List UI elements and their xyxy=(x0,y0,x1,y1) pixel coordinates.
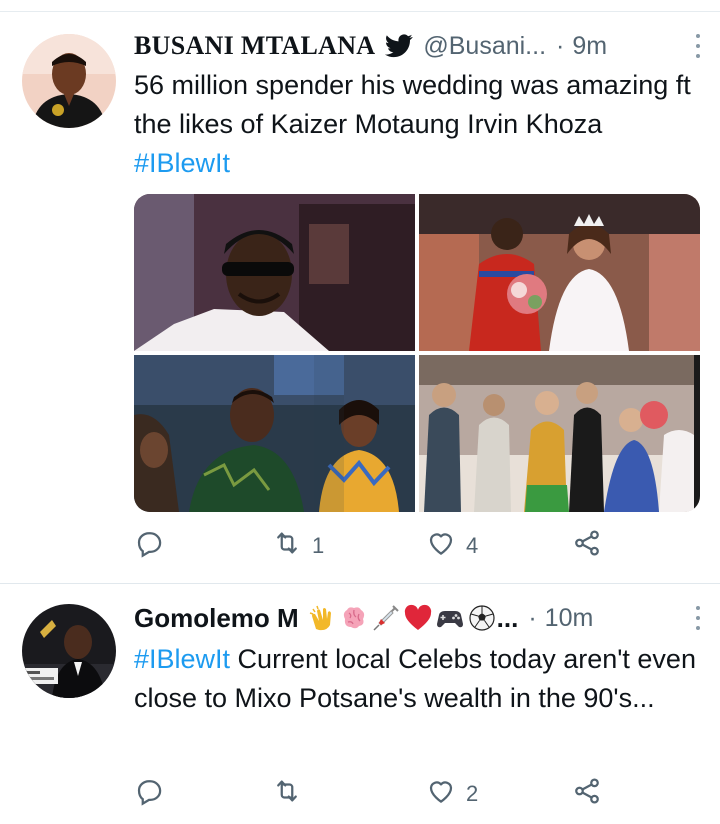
clapping-hands-icon xyxy=(309,605,331,631)
more-vertical-icon[interactable] xyxy=(694,34,702,58)
author-handle[interactable]: @Busani... xyxy=(423,32,546,61)
like-button[interactable]: 4 xyxy=(426,526,478,566)
heart-icon xyxy=(426,776,456,812)
twitter-bird-icon xyxy=(385,34,414,58)
like-count: 4 xyxy=(466,533,479,558)
share-button[interactable] xyxy=(572,526,602,566)
name-ellipsis: ... xyxy=(496,602,519,633)
retweet-count: 1 xyxy=(312,533,325,558)
reply-button[interactable] xyxy=(134,774,174,814)
reply-button[interactable] xyxy=(134,526,174,566)
retweet-icon xyxy=(272,776,302,812)
like-button[interactable]: 2 xyxy=(426,774,478,814)
tweet[interactable]: BUSANI MTALANA @Busani... · 9m 56 millio… xyxy=(0,12,720,584)
hashtag-link[interactable]: #IBlewIt xyxy=(134,148,230,178)
separator-dot: · xyxy=(528,603,537,632)
avatar[interactable] xyxy=(22,34,116,128)
top-divider xyxy=(0,0,720,12)
timestamp[interactable]: 10m xyxy=(545,604,594,633)
more-vertical-icon[interactable] xyxy=(694,606,702,630)
share-icon xyxy=(572,528,602,564)
tweet-text: 56 million spender his wedding was amazi… xyxy=(134,66,700,183)
share-icon xyxy=(572,776,602,812)
red-heart-icon xyxy=(404,604,431,630)
avatar[interactable] xyxy=(22,604,116,698)
tweet-actions: 1 4 xyxy=(134,526,654,566)
retweet-icon xyxy=(272,528,302,564)
reply-icon xyxy=(134,528,164,564)
timestamp[interactable]: 9m xyxy=(572,32,607,61)
hashtag-link[interactable]: #IBlewIt xyxy=(134,644,230,674)
share-button[interactable] xyxy=(572,774,602,814)
reply-icon xyxy=(134,776,164,812)
separator-dot: · xyxy=(556,31,565,60)
tweet-header: BUSANI MTALANA @Busani... · 9m xyxy=(134,26,702,66)
retweet-button[interactable] xyxy=(272,774,312,814)
author-name[interactable]: BUSANI MTALANA xyxy=(134,31,375,61)
like-count: 2 xyxy=(466,781,479,806)
heart-icon xyxy=(426,528,456,564)
syringe-icon xyxy=(373,605,399,631)
tweet-header: Gomolemo M ... · 10m xyxy=(134,598,702,638)
game-controller-icon xyxy=(436,611,463,628)
media-photo-2[interactable] xyxy=(419,194,700,351)
soccer-ball-icon xyxy=(469,605,495,631)
media-photo-4[interactable] xyxy=(419,355,700,512)
author-name[interactable]: Gomolemo M xyxy=(134,603,299,634)
tweet-actions: 2 xyxy=(134,774,654,814)
media-photo-1[interactable] xyxy=(134,194,415,351)
media-grid[interactable] xyxy=(134,194,700,512)
tweet-text: #IBlewIt Current local Celebs today aren… xyxy=(134,640,700,718)
media-photo-3[interactable] xyxy=(134,355,415,512)
tweet-text-body: 56 million spender his wedding was amazi… xyxy=(134,70,691,139)
retweet-button[interactable]: 1 xyxy=(272,526,324,566)
brain-icon xyxy=(343,607,364,629)
tweet[interactable]: Gomolemo M ... · 10m #IBlewIt Current lo… xyxy=(0,584,720,824)
name-emojis xyxy=(307,603,497,633)
